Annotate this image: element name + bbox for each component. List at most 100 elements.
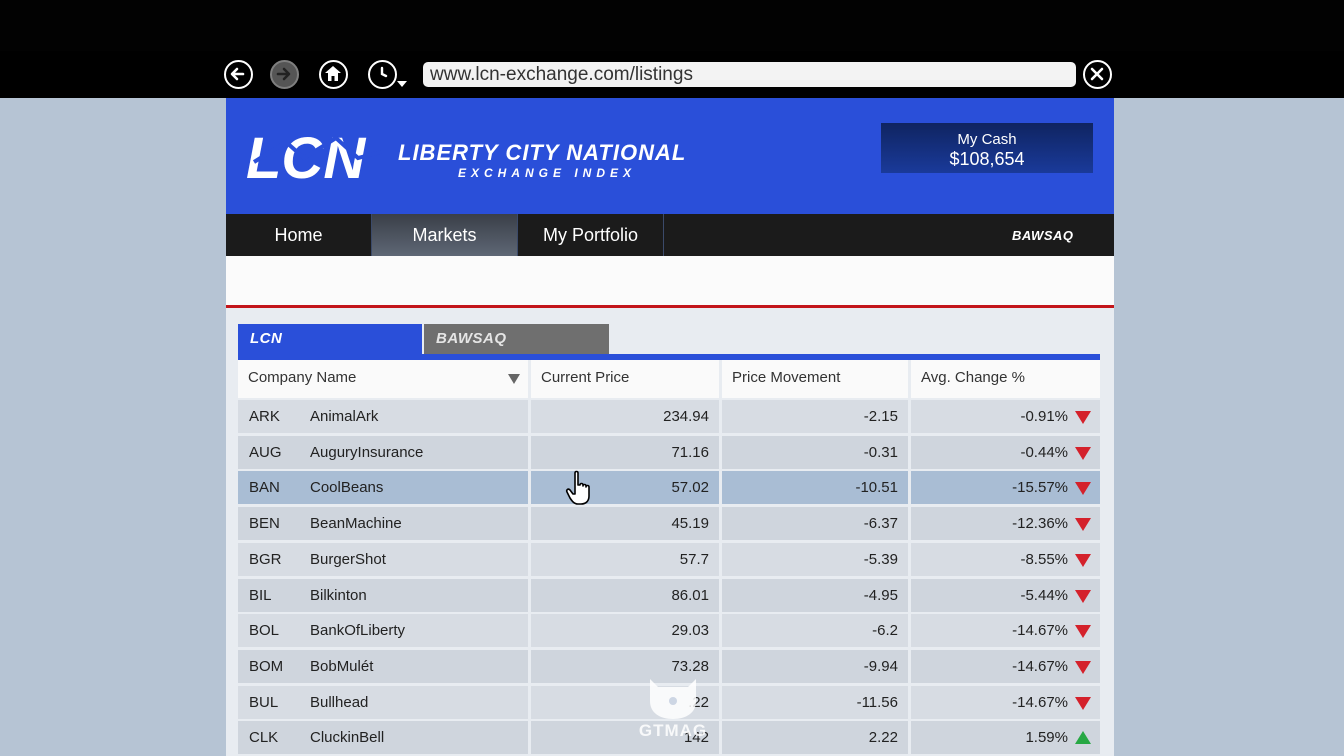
tab-lcn-label: LCN bbox=[250, 330, 283, 347]
price-movement: -5.39 bbox=[722, 542, 908, 576]
table-row[interactable]: BOL BankOfLiberty 29.03 -6.2 -14.67% bbox=[238, 614, 1100, 648]
watermark-text: GTMAG bbox=[638, 721, 708, 740]
avg-change: -15.57% bbox=[911, 471, 1100, 505]
ticker-symbol: BAN bbox=[238, 471, 298, 505]
ticker-symbol: BEN bbox=[238, 507, 298, 541]
avg-change: -14.67% bbox=[911, 614, 1100, 648]
company-name: AnimalArk bbox=[298, 400, 528, 433]
cash-label: My Cash bbox=[957, 131, 1017, 148]
nav-my-portfolio[interactable]: My Portfolio bbox=[518, 214, 664, 256]
ticker-symbol: BOM bbox=[238, 649, 298, 683]
price-movement: -4.95 bbox=[722, 578, 908, 612]
ticker-symbol: CLK bbox=[238, 721, 298, 755]
company-name: BobMulét bbox=[298, 649, 528, 683]
hand-pointer-icon bbox=[565, 470, 590, 505]
arrow-down-icon bbox=[1075, 518, 1091, 532]
price-movement: -9.94 bbox=[722, 649, 908, 683]
svg-text:EXCHANGE INDEX: EXCHANGE INDEX bbox=[458, 166, 636, 180]
company-name: Bilkinton bbox=[298, 578, 528, 612]
header-company-name[interactable]: Company Name bbox=[238, 360, 528, 398]
current-price: 71.16 bbox=[531, 435, 719, 469]
header-current-price[interactable]: Current Price bbox=[531, 360, 719, 398]
lcn-logo[interactable]: LCN LIBERTY CITY NATIONAL EXCHANGE INDEX bbox=[246, 128, 706, 188]
price-movement: -6.2 bbox=[722, 614, 908, 648]
avg-change: -5.44% bbox=[911, 578, 1100, 612]
back-button[interactable] bbox=[224, 60, 253, 89]
current-price: 57.7 bbox=[531, 542, 719, 576]
header-avg-change[interactable]: Avg. Change % bbox=[911, 360, 1100, 398]
arrow-down-icon bbox=[1075, 696, 1091, 710]
price-movement: -10.51 bbox=[722, 471, 908, 505]
nav-markets[interactable]: Markets bbox=[372, 214, 518, 256]
price-movement: -11.56 bbox=[722, 685, 908, 719]
arrow-left-icon bbox=[230, 67, 245, 81]
divider bbox=[226, 305, 1114, 308]
site-header: LCN LIBERTY CITY NATIONAL EXCHANGE INDEX… bbox=[226, 98, 1114, 214]
tab-lcn[interactable]: LCN bbox=[238, 324, 422, 356]
tab-bawsaq-label: BAWSAQ bbox=[436, 330, 507, 347]
address-bar[interactable]: www.lcn-exchange.com/listings bbox=[423, 62, 1076, 87]
arrow-down-icon bbox=[1075, 553, 1091, 567]
main-nav: Home Markets My Portfolio bbox=[226, 214, 1114, 256]
arrow-down-icon bbox=[1075, 660, 1091, 674]
current-price: 45.19 bbox=[531, 507, 719, 541]
table-row[interactable]: BGR BurgerShot 57.7 -5.39 -8.55% bbox=[238, 542, 1100, 576]
company-name: BankOfLiberty bbox=[298, 614, 528, 648]
close-browser-button[interactable] bbox=[1083, 60, 1112, 89]
ticker-symbol: BGR bbox=[238, 542, 298, 576]
avg-change: -12.36% bbox=[911, 507, 1100, 541]
table-row[interactable]: BAN CoolBeans 57.02 -10.51 -15.57% bbox=[238, 471, 1100, 505]
header-price-movement[interactable]: Price Movement bbox=[722, 360, 908, 398]
header-label: Company Name bbox=[248, 369, 357, 386]
ticker-symbol: BUL bbox=[238, 685, 298, 719]
avg-change: -8.55% bbox=[911, 542, 1100, 576]
current-price: 57.02 bbox=[531, 471, 719, 505]
table-row[interactable]: BIL Bilkinton 86.01 -4.95 -5.44% bbox=[238, 578, 1100, 612]
chevron-down-icon[interactable] bbox=[397, 81, 407, 87]
cash-value: $108,654 bbox=[949, 149, 1025, 169]
top-letterbox bbox=[0, 0, 1344, 51]
current-price: 234.94 bbox=[531, 400, 719, 433]
clock-icon bbox=[380, 66, 388, 78]
banner-strip bbox=[226, 256, 1114, 305]
price-movement: -2.15 bbox=[722, 400, 908, 433]
company-name: AuguryInsurance bbox=[298, 435, 528, 469]
price-movement: -6.37 bbox=[722, 507, 908, 541]
watermark: GTMAG bbox=[638, 675, 708, 745]
watermark-logo-icon bbox=[650, 679, 696, 719]
arrow-down-icon bbox=[1075, 482, 1091, 496]
table-header: Company Name Current Price Price Movemen… bbox=[238, 360, 1100, 398]
web-page: LCN LIBERTY CITY NATIONAL EXCHANGE INDEX… bbox=[226, 98, 1114, 756]
close-icon bbox=[1090, 67, 1104, 81]
company-name: Bullhead bbox=[298, 685, 528, 719]
cash-balance: My Cash $108,654 bbox=[881, 123, 1093, 173]
avg-change: -14.67% bbox=[911, 685, 1100, 719]
sort-down-icon[interactable] bbox=[508, 374, 520, 384]
arrow-down-icon bbox=[1075, 446, 1091, 460]
ticker-symbol: BOL bbox=[238, 614, 298, 648]
avg-change: -0.91% bbox=[911, 400, 1100, 433]
forward-button[interactable] bbox=[270, 60, 299, 89]
ticker-symbol: BIL bbox=[238, 578, 298, 612]
home-button[interactable] bbox=[319, 60, 348, 89]
bawsaq-link[interactable]: BAWSAQ bbox=[1012, 228, 1074, 243]
table-row[interactable]: AUG AuguryInsurance 71.16 -0.31 -0.44% bbox=[238, 435, 1100, 469]
current-price: 86.01 bbox=[531, 578, 719, 612]
company-name: CoolBeans bbox=[298, 471, 528, 505]
history-button[interactable] bbox=[368, 60, 397, 89]
arrow-down-icon bbox=[1075, 411, 1091, 424]
nav-home[interactable]: Home bbox=[226, 214, 372, 256]
company-name: BeanMachine bbox=[298, 507, 528, 541]
current-price: 29.03 bbox=[531, 614, 719, 648]
home-icon bbox=[325, 66, 341, 81]
company-name: CluckinBell bbox=[298, 721, 528, 755]
tab-bawsaq[interactable]: BAWSAQ bbox=[424, 324, 609, 356]
table-row[interactable]: ARK AnimalArk 234.94 -2.15 -0.91% bbox=[238, 400, 1100, 433]
ticker-symbol: AUG bbox=[238, 435, 298, 469]
price-movement: 2.22 bbox=[722, 721, 908, 755]
company-name: BurgerShot bbox=[298, 542, 528, 576]
arrow-up-icon bbox=[1075, 731, 1091, 745]
table-row[interactable]: BEN BeanMachine 45.19 -6.37 -12.36% bbox=[238, 507, 1100, 541]
avg-change: -0.44% bbox=[911, 435, 1100, 469]
arrow-down-icon bbox=[1075, 589, 1091, 603]
